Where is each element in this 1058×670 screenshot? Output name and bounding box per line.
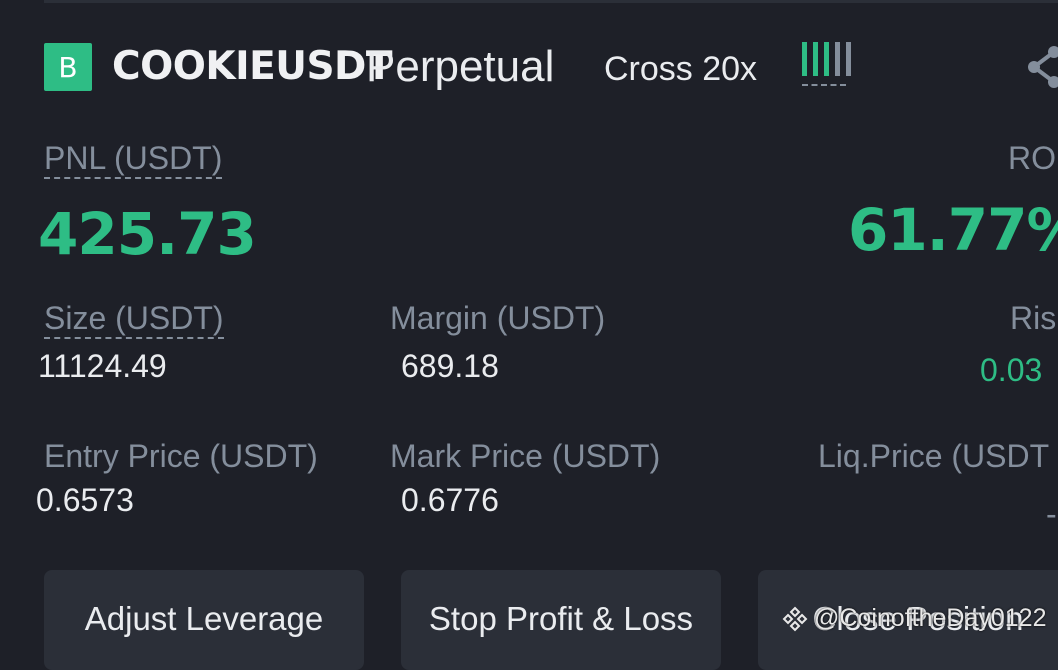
pnl-value: 425.73 xyxy=(38,200,257,268)
size-label-text: Size (USDT) xyxy=(44,300,224,339)
risk-bar-2 xyxy=(813,42,818,76)
watermark: @CoinoftheDay0122 xyxy=(782,604,1046,633)
risk-label: Ris xyxy=(1010,300,1057,336)
mark-price-label: Mark Price (USDT) xyxy=(390,438,661,474)
pnl-label-text: PNL (USDT) xyxy=(44,140,223,179)
entry-price-label: Entry Price (USDT) xyxy=(44,438,318,474)
share-icon[interactable] xyxy=(1024,44,1058,90)
product-type: Perpetual xyxy=(366,42,555,91)
size-value: 11124.49 xyxy=(38,348,167,384)
roi-value: 61.77% xyxy=(848,196,1058,264)
binance-logo-icon xyxy=(782,606,808,631)
liq-price-label: Liq.Price (USDT xyxy=(818,438,1050,474)
risk-bar-5 xyxy=(846,42,851,76)
adjust-leverage-button[interactable]: Adjust Leverage xyxy=(44,570,364,670)
stop-profit-loss-label: Stop Profit & Loss xyxy=(428,600,694,637)
stop-profit-loss-button[interactable]: Stop Profit & Loss xyxy=(401,570,721,670)
pnl-label[interactable]: PNL (USDT) xyxy=(44,140,223,179)
top-divider xyxy=(44,0,1058,3)
roi-label: RO xyxy=(1008,140,1056,176)
size-label[interactable]: Size (USDT) xyxy=(44,300,224,339)
liq-price-value: -- xyxy=(1046,496,1058,532)
mark-price-value: 0.6776 xyxy=(401,482,499,518)
side-badge: B xyxy=(44,43,92,91)
margin-mode-leverage[interactable]: Cross 20x xyxy=(604,50,757,89)
watermark-text: @CoinoftheDay0122 xyxy=(814,604,1047,632)
risk-bar-4 xyxy=(835,42,840,76)
risk-level-underline xyxy=(802,84,846,86)
risk-value: 0.03 xyxy=(980,352,1043,388)
symbol-name[interactable]: COOKIEUSDT xyxy=(112,44,393,89)
risk-bar-1 xyxy=(802,42,807,76)
adjust-leverage-label: Adjust Leverage xyxy=(84,600,324,637)
risk-bar-3 xyxy=(824,42,829,76)
risk-level-icon[interactable] xyxy=(802,42,851,76)
entry-price-value: 0.6573 xyxy=(36,482,134,518)
margin-value: 689.18 xyxy=(401,348,499,384)
margin-label: Margin (USDT) xyxy=(390,300,606,336)
